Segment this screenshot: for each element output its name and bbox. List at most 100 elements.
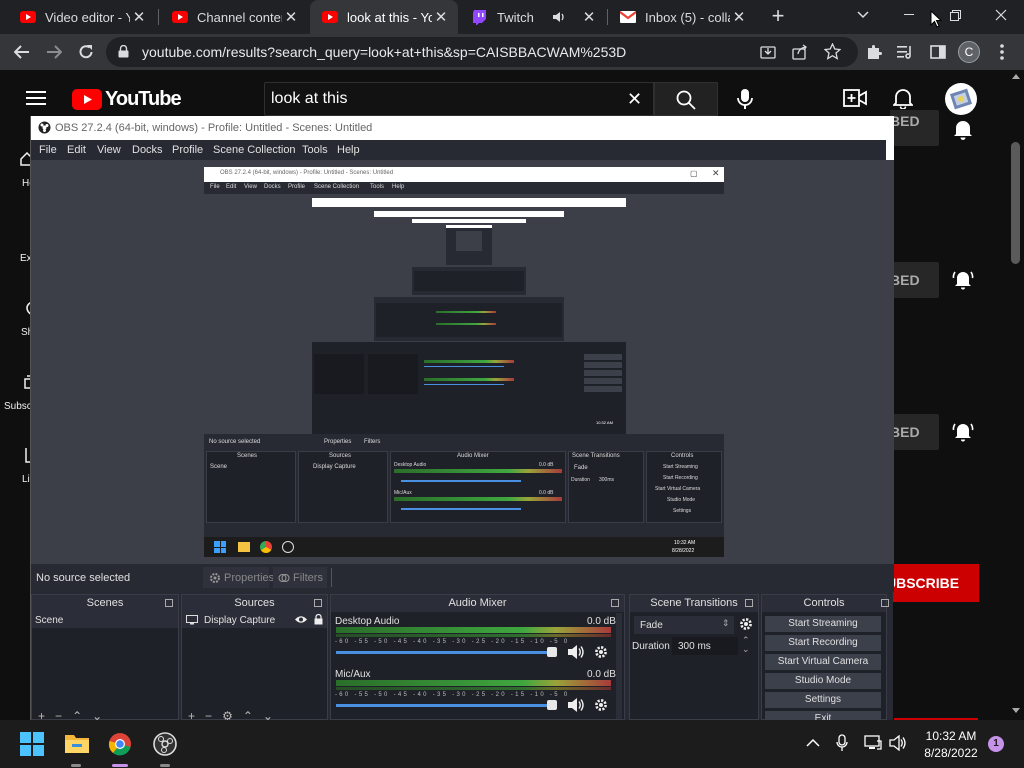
dock-float-icon[interactable]: [314, 599, 322, 607]
clear-search-icon[interactable]: ✕: [627, 89, 642, 110]
scroll-thumb[interactable]: [1011, 142, 1020, 264]
notification-bell-ringing-icon[interactable]: [952, 268, 974, 290]
notification-bell-icon[interactable]: [952, 118, 974, 140]
scroll-up-arrow[interactable]: [1012, 74, 1020, 79]
close-tab-icon[interactable]: ✕: [130, 8, 148, 26]
volume-slider-knob[interactable]: [547, 700, 557, 710]
menu-help[interactable]: Help: [337, 144, 360, 156]
start-streaming-button[interactable]: Start Streaming: [765, 616, 881, 632]
gear-icon[interactable]: [594, 698, 608, 712]
tab-gmail-inbox[interactable]: Inbox (5) - colla ✕: [608, 0, 756, 34]
lock-icon[interactable]: [118, 45, 129, 58]
dock-float-icon[interactable]: [745, 599, 753, 607]
side-panel-icon[interactable]: [926, 40, 950, 64]
notification-count-badge[interactable]: 1: [988, 736, 1004, 752]
close-tab-icon[interactable]: ✕: [282, 8, 300, 26]
create-video-icon[interactable]: [843, 89, 867, 107]
menu-tools[interactable]: Tools: [302, 144, 328, 156]
clock-time[interactable]: 10:32 AM: [916, 729, 986, 743]
subscribed-button[interactable]: BED: [890, 414, 939, 450]
scene-list-item[interactable]: Scene: [32, 612, 178, 628]
windows-start-icon[interactable]: [20, 732, 44, 756]
obs-window[interactable]: OBS 27.2.4 (64-bit, windows) - Profile: …: [30, 116, 894, 722]
start-virtual-camera-button[interactable]: Start Virtual Camera: [765, 654, 881, 670]
tab-search-icon[interactable]: [840, 0, 886, 30]
source-list-item[interactable]: Display Capture: [182, 612, 327, 628]
forward-arrow-icon[interactable]: [42, 40, 66, 64]
volume-icon[interactable]: [889, 735, 907, 751]
dock-float-icon[interactable]: [881, 599, 889, 607]
sidebar-item-subscriptions[interactable]: Subsc: [4, 401, 32, 412]
menu-scene-collection[interactable]: Scene Collection: [213, 144, 296, 156]
hamburger-menu-icon[interactable]: [26, 90, 46, 106]
gear-icon[interactable]: [739, 617, 753, 631]
tab-look-at-this[interactable]: look at this - Yo ✕: [310, 0, 458, 34]
address-bar[interactable]: youtube.com/results?search_query=look+at…: [106, 37, 858, 67]
duration-input[interactable]: 300 ms: [672, 637, 738, 655]
close-tab-icon[interactable]: ✕: [432, 8, 450, 26]
notification-bell-ringing-icon[interactable]: [952, 420, 974, 442]
speaker-icon[interactable]: [552, 10, 566, 24]
tab-channel-content[interactable]: Channel conten ✕: [160, 0, 308, 34]
microphone-icon[interactable]: [836, 734, 848, 752]
search-button[interactable]: [654, 82, 718, 116]
profile-avatar[interactable]: C: [958, 41, 980, 63]
close-tab-icon[interactable]: ✕: [580, 8, 598, 26]
kebab-menu-icon[interactable]: [990, 40, 1014, 64]
bookmark-star-icon[interactable]: [824, 43, 841, 60]
chevron-up-icon[interactable]: [806, 738, 820, 747]
share-icon[interactable]: [792, 44, 808, 60]
mic-aux-volume-slider[interactable]: [336, 704, 549, 707]
menu-docks[interactable]: Docks: [132, 144, 163, 156]
notifications-bell-icon[interactable]: [893, 87, 913, 109]
obs-title-bar[interactable]: OBS 27.2.4 (64-bit, windows) - Profile: …: [31, 116, 894, 140]
search-input[interactable]: look at this ✕: [264, 82, 654, 116]
eye-visible-icon[interactable]: [294, 615, 308, 624]
minimize-button[interactable]: [886, 0, 932, 30]
subscribed-button[interactable]: BED: [890, 262, 939, 298]
duration-stepper[interactable]: ⌃ ⌄: [742, 636, 750, 654]
page-scrollbar[interactable]: [1008, 70, 1024, 720]
studio-mode-button[interactable]: Studio Mode: [765, 673, 881, 689]
filters-button[interactable]: Filters: [273, 567, 327, 588]
scroll-down-arrow[interactable]: [1012, 708, 1020, 713]
menu-profile[interactable]: Profile: [172, 144, 203, 156]
menu-file[interactable]: File: [39, 144, 57, 156]
network-icon[interactable]: [864, 735, 882, 751]
transition-select[interactable]: Fade ⇕: [634, 616, 734, 634]
close-tab-icon[interactable]: ✕: [730, 8, 748, 26]
lock-icon[interactable]: [314, 614, 323, 625]
youtube-logo[interactable]: YouTube: [72, 88, 182, 111]
extensions-puzzle-icon[interactable]: [862, 40, 886, 64]
subscribe-button[interactable]: UBSCRIBE: [884, 564, 979, 602]
dock-float-icon[interactable]: [165, 599, 173, 607]
tab-video-editor[interactable]: Video editor - Yo ✕: [8, 0, 156, 34]
microphone-icon[interactable]: [734, 88, 756, 110]
chrome-icon[interactable]: [108, 732, 132, 756]
close-window-button[interactable]: [978, 0, 1024, 30]
obs-preview-canvas[interactable]: OBS 27.2.4 (64-bit, windows) - Profile: …: [31, 160, 894, 564]
account-avatar[interactable]: [945, 83, 977, 115]
media-control-icon[interactable]: [894, 40, 918, 64]
obs-studio-icon[interactable]: [153, 732, 177, 756]
mixer-scrollbar[interactable]: [616, 613, 622, 719]
menu-edit[interactable]: Edit: [67, 144, 86, 156]
gear-icon[interactable]: [594, 645, 608, 659]
desktop-audio-volume-slider[interactable]: [336, 651, 549, 654]
tab-twitch[interactable]: Twitch ✕: [460, 0, 606, 34]
properties-button[interactable]: Properties: [203, 567, 274, 588]
clock-date[interactable]: 8/28/2022: [916, 746, 986, 760]
menu-view[interactable]: View: [97, 144, 121, 156]
start-recording-button[interactable]: Start Recording: [765, 635, 881, 651]
new-tab-button[interactable]: +: [766, 5, 790, 29]
file-explorer-icon[interactable]: [64, 732, 89, 756]
speaker-icon[interactable]: [567, 644, 585, 660]
settings-button[interactable]: Settings: [765, 692, 881, 708]
install-app-icon[interactable]: [760, 44, 776, 60]
volume-slider-knob[interactable]: [547, 647, 557, 657]
speaker-icon[interactable]: [567, 697, 585, 713]
subscribed-button[interactable]: BED: [890, 110, 939, 146]
reload-icon[interactable]: [74, 40, 98, 64]
back-arrow-icon[interactable]: [10, 40, 34, 64]
dock-float-icon[interactable]: [611, 599, 619, 607]
